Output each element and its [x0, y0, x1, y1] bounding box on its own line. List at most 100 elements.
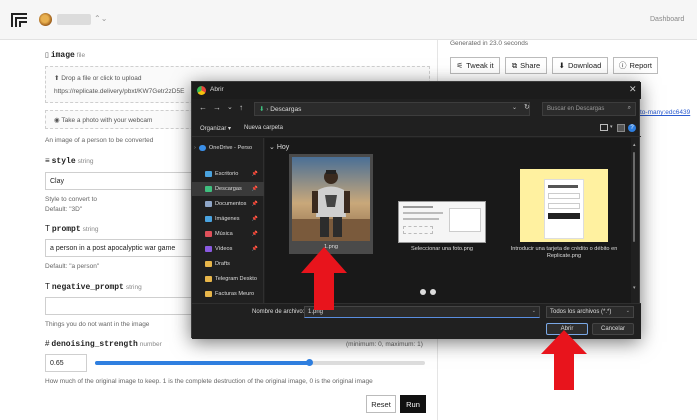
pin-icon: 📌 [251, 186, 258, 192]
file-name: Seleccionar una foto.png [411, 246, 473, 252]
pictures-icon [205, 216, 212, 222]
file-item[interactable]: Introducir una tarjeta de crédito o débi… [509, 154, 619, 264]
pin-icon: 📌 [251, 216, 258, 222]
reset-button[interactable]: Reset [366, 395, 396, 413]
chrome-icon [197, 86, 206, 95]
desktop-icon [205, 171, 212, 177]
sidebar-item-onedrive[interactable]: › OneDrive - Perso [192, 141, 264, 155]
dashboard-link[interactable]: Dashboard [650, 16, 684, 23]
sidebar-item-videos[interactable]: Vídeos 📌 [192, 242, 264, 256]
run-button[interactable]: Run [400, 395, 426, 413]
organize-label: Organizar [200, 126, 227, 132]
replicate-logo-icon[interactable] [11, 13, 27, 27]
avatar[interactable] [39, 13, 52, 26]
view-chevron-icon[interactable]: ▾ [610, 124, 613, 130]
pin-icon: 📌 [251, 201, 258, 207]
help-icon[interactable]: ? [628, 124, 636, 132]
file-item[interactable]: Seleccionar una foto.png [397, 154, 487, 254]
sidebar-label: Facturas Meuro [215, 291, 255, 297]
denoising-input[interactable]: 0.65 [45, 354, 87, 372]
address-path: Descargas [270, 106, 302, 113]
up-arrow-icon[interactable]: ↑ [239, 103, 243, 112]
denoising-slider-thumb[interactable] [306, 359, 313, 366]
sidebar-item-telegram[interactable]: Telegram Deskto [192, 272, 264, 286]
download-button[interactable]: ⬇ Download [552, 57, 608, 74]
file-icon: ▯ [45, 52, 49, 59]
sidebar-item-musica[interactable]: Música 📌 [192, 227, 264, 241]
breadcrumb-chevron-icon: › [266, 106, 269, 113]
sidebar-item-drafts[interactable]: Drafts [192, 257, 264, 271]
sidebar-label: Escritorio [215, 171, 239, 177]
style-input[interactable]: Clay [45, 172, 193, 190]
download-icon: ⬇ [558, 61, 565, 70]
report-button[interactable]: ⓘ Report [613, 57, 658, 74]
partial-thumb-dot [420, 289, 426, 295]
sidebar-item-descargas[interactable]: Descargas 📌 [192, 182, 264, 196]
view-options-icon[interactable] [600, 124, 608, 131]
cancel-button[interactable]: Cancelar [592, 323, 634, 335]
sidebar-label: Drafts [215, 261, 230, 267]
share-label: Share [520, 61, 541, 70]
dialog-scrollbar[interactable]: ▴ ▾ [632, 142, 636, 292]
sidebar-item-facturas[interactable]: Facturas Meuro [192, 287, 264, 301]
style-help: Style to convert to [45, 196, 98, 203]
back-arrow-icon[interactable]: ← [199, 103, 207, 112]
style-type: string [77, 158, 94, 165]
share-icon: ⧉ [511, 60, 518, 70]
camera-icon: ◉ [54, 117, 60, 124]
share-button[interactable]: ⧉ Share [505, 57, 547, 74]
address-bar[interactable]: ⬇ › Descargas [254, 102, 530, 116]
sidebar-item-imagenes[interactable]: Imágenes 📌 [192, 212, 264, 226]
generated-time: Generated in 23.0 seconds [450, 40, 529, 47]
navigation-row: ← → ⌄ ↑ ⬇ › Descargas ⌄ ↻ Buscar en Desc… [192, 100, 641, 119]
open-file-dialog: Abrir ✕ ← → ⌄ ↑ ⬇ › Descargas ⌄ ↻ Buscar… [191, 81, 641, 339]
search-placeholder: Buscar en Descargas [547, 106, 605, 112]
prompt-type: string [82, 226, 99, 233]
recent-chevron-icon[interactable]: ⌄ [227, 103, 233, 111]
username-blurred[interactable] [57, 14, 91, 25]
address-dropdown-icon[interactable]: ⌄ [512, 104, 517, 111]
sidebar-label: Vídeos [215, 246, 233, 252]
organize-menu[interactable]: Organizar ▾ [200, 125, 231, 132]
new-folder-button[interactable]: Nueva carpeta [244, 125, 283, 131]
tweak-button[interactable]: ⚟ Tweak it [450, 57, 500, 74]
forward-arrow-icon[interactable]: → [213, 103, 221, 112]
download-icon [205, 186, 212, 192]
style-field-label: ≡ style string [45, 156, 94, 166]
text-icon: T [45, 224, 50, 233]
document-icon [205, 201, 212, 207]
output-link[interactable]: to-many:edc6439 [640, 109, 690, 116]
denoising-slider-track[interactable] [95, 359, 425, 366]
upload-icon: ⬆ [54, 75, 60, 82]
expand-chevron-icon: › [194, 145, 196, 151]
group-header: ⌄ Hoy [269, 143, 289, 151]
chevron-down-icon: ⌄ [269, 144, 275, 151]
number-icon: # [45, 339, 50, 348]
account-switcher-icon[interactable]: ⌃⌄ [94, 14, 107, 23]
info-icon: ⓘ [618, 61, 627, 70]
sidebar-item-escritorio[interactable]: Escritorio 📌 [192, 167, 264, 181]
file-item-selected[interactable]: 1.png [289, 154, 373, 254]
red-arrow-up-icon [541, 330, 587, 390]
folder-icon [205, 291, 212, 297]
search-input[interactable]: Buscar en Descargas ⌕ [542, 102, 636, 116]
file-name: Introducir una tarjeta de crédito o débi… [510, 246, 618, 260]
denoising-field-label: # denoising_strength number [45, 339, 162, 349]
dialog-titlebar: Abrir ✕ [192, 82, 641, 99]
image-field-label: ▯ image file [45, 51, 85, 60]
prompt-input[interactable]: a person in a post apocalyptic war game [45, 239, 193, 257]
string-icon: ≡ [45, 156, 50, 165]
sidebar-item-documentos[interactable]: Documentos 📌 [192, 197, 264, 211]
filetype-select[interactable]: Todos los archivos (*.*) ⌄ [546, 306, 634, 318]
preview-pane-icon[interactable] [617, 124, 625, 132]
image-name: image [50, 51, 75, 60]
chevron-down-icon: ⌄ [531, 308, 536, 314]
sidebar-label: Descargas [215, 186, 242, 192]
screenshot-thumbnail [398, 201, 486, 243]
pin-icon: 📌 [251, 171, 258, 177]
refresh-icon[interactable]: ↻ [524, 103, 530, 111]
close-icon[interactable]: ✕ [629, 84, 637, 95]
pin-icon: 📌 [251, 246, 258, 252]
prompt-field-label: T prompt string [45, 224, 99, 234]
sliders-icon: ⚟ [456, 61, 464, 70]
